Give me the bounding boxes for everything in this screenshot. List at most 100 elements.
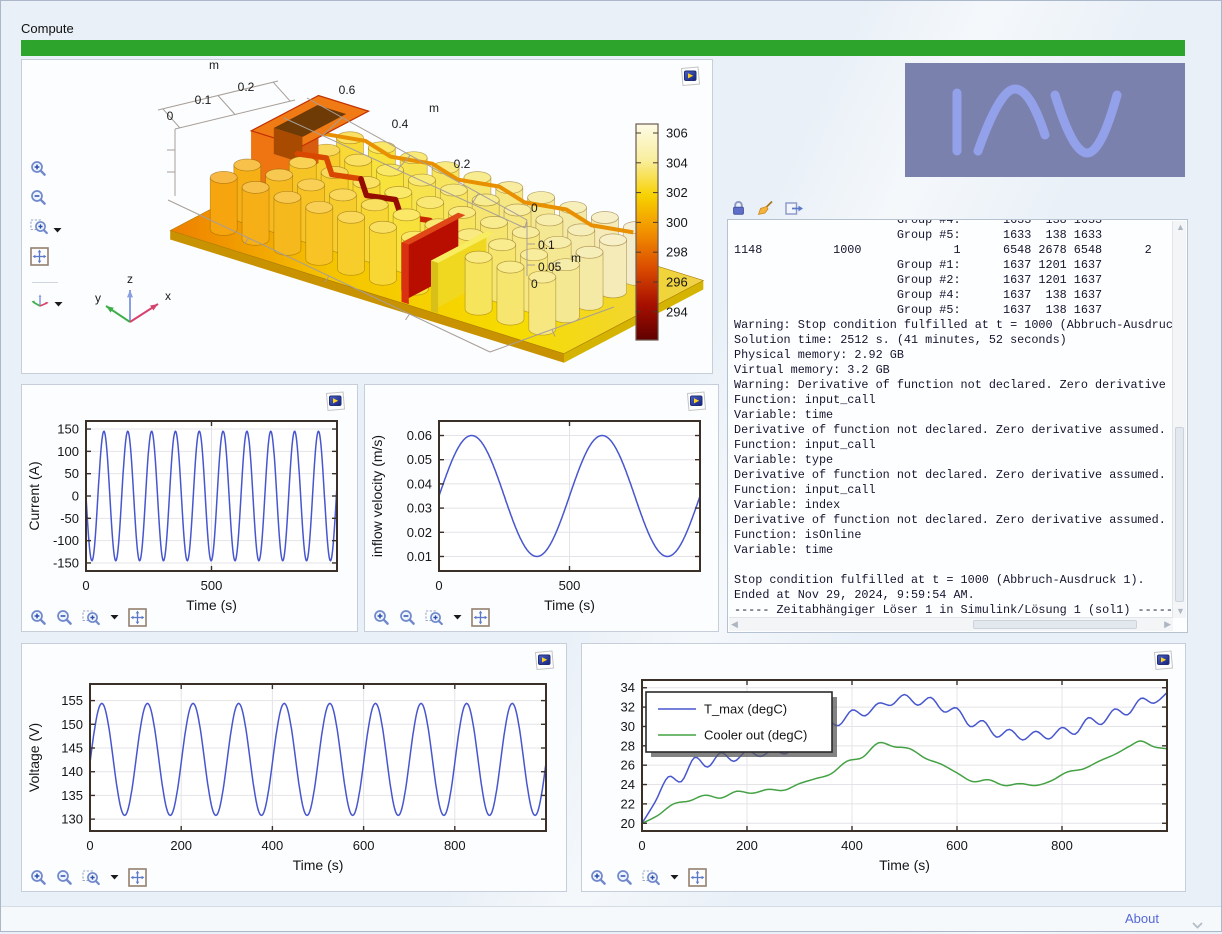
svg-text:0.03: 0.03 [407,501,432,516]
svg-text:m: m [429,101,439,115]
plot-toolbar [30,867,147,887]
current-chart[interactable]: 0500150100500-50-100-150Time (s)Current … [24,409,355,621]
svg-text:0: 0 [638,838,645,853]
zoom-extents-button[interactable] [30,247,70,271]
zoom-out-icon[interactable] [56,869,73,886]
svg-text:130: 130 [61,812,83,827]
zoom-in-icon[interactable] [30,869,47,886]
zoom-out-icon[interactable] [56,609,73,626]
svg-text:y: y [95,291,101,305]
svg-text:0.01: 0.01 [407,549,432,564]
snapshot-icon[interactable] [678,66,702,87]
zoom-out-icon [30,189,47,211]
zoom-box-icon[interactable] [642,869,661,886]
footer-bar: About [1,906,1221,931]
zoom-extents-icon[interactable] [128,868,147,887]
svg-text:inflow velocity (m/s): inflow velocity (m/s) [369,435,385,557]
svg-text:0: 0 [82,578,89,593]
iav-logo-graphic [905,63,1185,177]
about-link[interactable]: About [1125,911,1159,926]
export-log-icon[interactable] [785,201,804,216]
horizontal-scrollbar[interactable]: ◀ ▶ [729,617,1173,631]
zoom-out-icon[interactable] [616,869,633,886]
inflow-velocity-plot-panel: 05000.060.050.040.030.020.01Time (s)infl… [364,384,719,632]
svg-text:z: z [127,272,133,286]
compute-label: Compute [21,21,74,36]
zoom-extents-icon[interactable] [471,608,490,627]
scroll-right-icon[interactable]: ▶ [1164,620,1171,629]
vertical-scrollbar[interactable]: ▲ ▼ [1172,221,1186,618]
dropdown-caret-icon[interactable] [453,614,462,620]
inflow-velocity-chart[interactable]: 05000.060.050.040.030.020.01Time (s)infl… [367,409,716,621]
svg-text:500: 500 [201,578,223,593]
temperature-chart[interactable]: 02004006008003432302826242220Time (s)T_m… [584,668,1183,881]
voltage-plot-panel: 0200400600800155150145140135130Time (s)V… [21,643,567,892]
svg-text:30: 30 [621,719,635,734]
svg-text:0.1: 0.1 [538,238,555,252]
clear-log-icon[interactable] [757,200,774,216]
zoom-extents-icon[interactable] [128,608,147,627]
svg-text:500: 500 [559,578,581,593]
iav-logo [905,63,1185,177]
svg-text:600: 600 [946,838,968,853]
voltage-chart[interactable]: 0200400600800155150145140135130Time (s)V… [24,668,564,881]
svg-text:140: 140 [61,764,83,779]
zoom-box-button[interactable] [30,218,70,240]
model-3d-panel: 00.10.2m0.60.40.2m00.10.05m0306304302300… [21,59,713,374]
svg-text:Time (s): Time (s) [293,857,344,873]
log-panel: Group #4: 1633 138 1633 Group #5: 1633 1… [727,219,1188,633]
vertical-scroll-thumb[interactable] [1175,427,1184,602]
zoom-in-icon [30,160,47,182]
zoom-in-button[interactable] [30,160,70,182]
svg-text:300: 300 [666,215,688,230]
model-3d-view[interactable]: 00.10.2m0.60.40.2m00.10.05m0306304302300… [22,60,712,373]
zoom-in-icon[interactable] [590,869,607,886]
chevron-down-icon[interactable] [1192,916,1203,934]
zoom-box-icon[interactable] [425,609,444,626]
zoom-box-icon[interactable] [82,609,101,626]
svg-text:50: 50 [65,466,79,481]
dropdown-caret-icon[interactable] [670,874,679,880]
app-window: Compute 00.10.2m0.60.40.2m00.10.05m03063… [0,0,1222,932]
zoom-extents-icon[interactable] [688,868,707,887]
scroll-left-icon[interactable]: ◀ [731,620,738,629]
axis-orientation-icon [30,292,50,314]
svg-text:294: 294 [666,304,688,319]
svg-text:200: 200 [736,838,758,853]
dropdown-caret-icon [54,294,63,312]
svg-text:0.4: 0.4 [392,117,409,131]
temperature-plot-panel: 02004006008003432302826242220Time (s)T_m… [581,643,1186,892]
current-plot-panel: 0500150100500-50-100-150Time (s)Current … [21,384,358,632]
svg-text:34: 34 [621,680,635,695]
view-orientation-button[interactable] [30,292,70,314]
svg-text:0.2: 0.2 [454,157,471,171]
log-toolbar [731,200,804,216]
svg-text:306: 306 [666,126,688,141]
zoom-out-icon[interactable] [399,609,416,626]
svg-text:-50: -50 [60,511,79,526]
svg-text:135: 135 [61,788,83,803]
svg-text:150: 150 [61,717,83,732]
svg-text:145: 145 [61,741,83,756]
svg-text:Time (s): Time (s) [186,597,237,613]
svg-text:0.04: 0.04 [407,476,432,491]
log-output[interactable]: Group #4: 1633 138 1633 Group #5: 1633 1… [729,220,1173,618]
svg-text:0: 0 [435,578,442,593]
dropdown-caret-icon[interactable] [110,874,119,880]
svg-text:0: 0 [86,838,93,853]
zoom-out-button[interactable] [30,189,70,211]
lock-icon[interactable] [731,200,746,216]
svg-text:-150: -150 [53,555,79,570]
zoom-box-icon[interactable] [82,869,101,886]
svg-text:400: 400 [841,838,863,853]
svg-text:0: 0 [167,109,174,123]
zoom-in-icon[interactable] [30,609,47,626]
horizontal-scroll-thumb[interactable] [973,620,1137,629]
svg-text:Current (A): Current (A) [26,461,42,530]
scroll-down-icon[interactable]: ▼ [1176,607,1185,616]
scroll-up-icon[interactable]: ▲ [1176,223,1185,232]
zoom-in-icon[interactable] [373,609,390,626]
svg-text:0.2: 0.2 [238,80,255,94]
svg-text:28: 28 [621,738,635,753]
dropdown-caret-icon[interactable] [110,614,119,620]
